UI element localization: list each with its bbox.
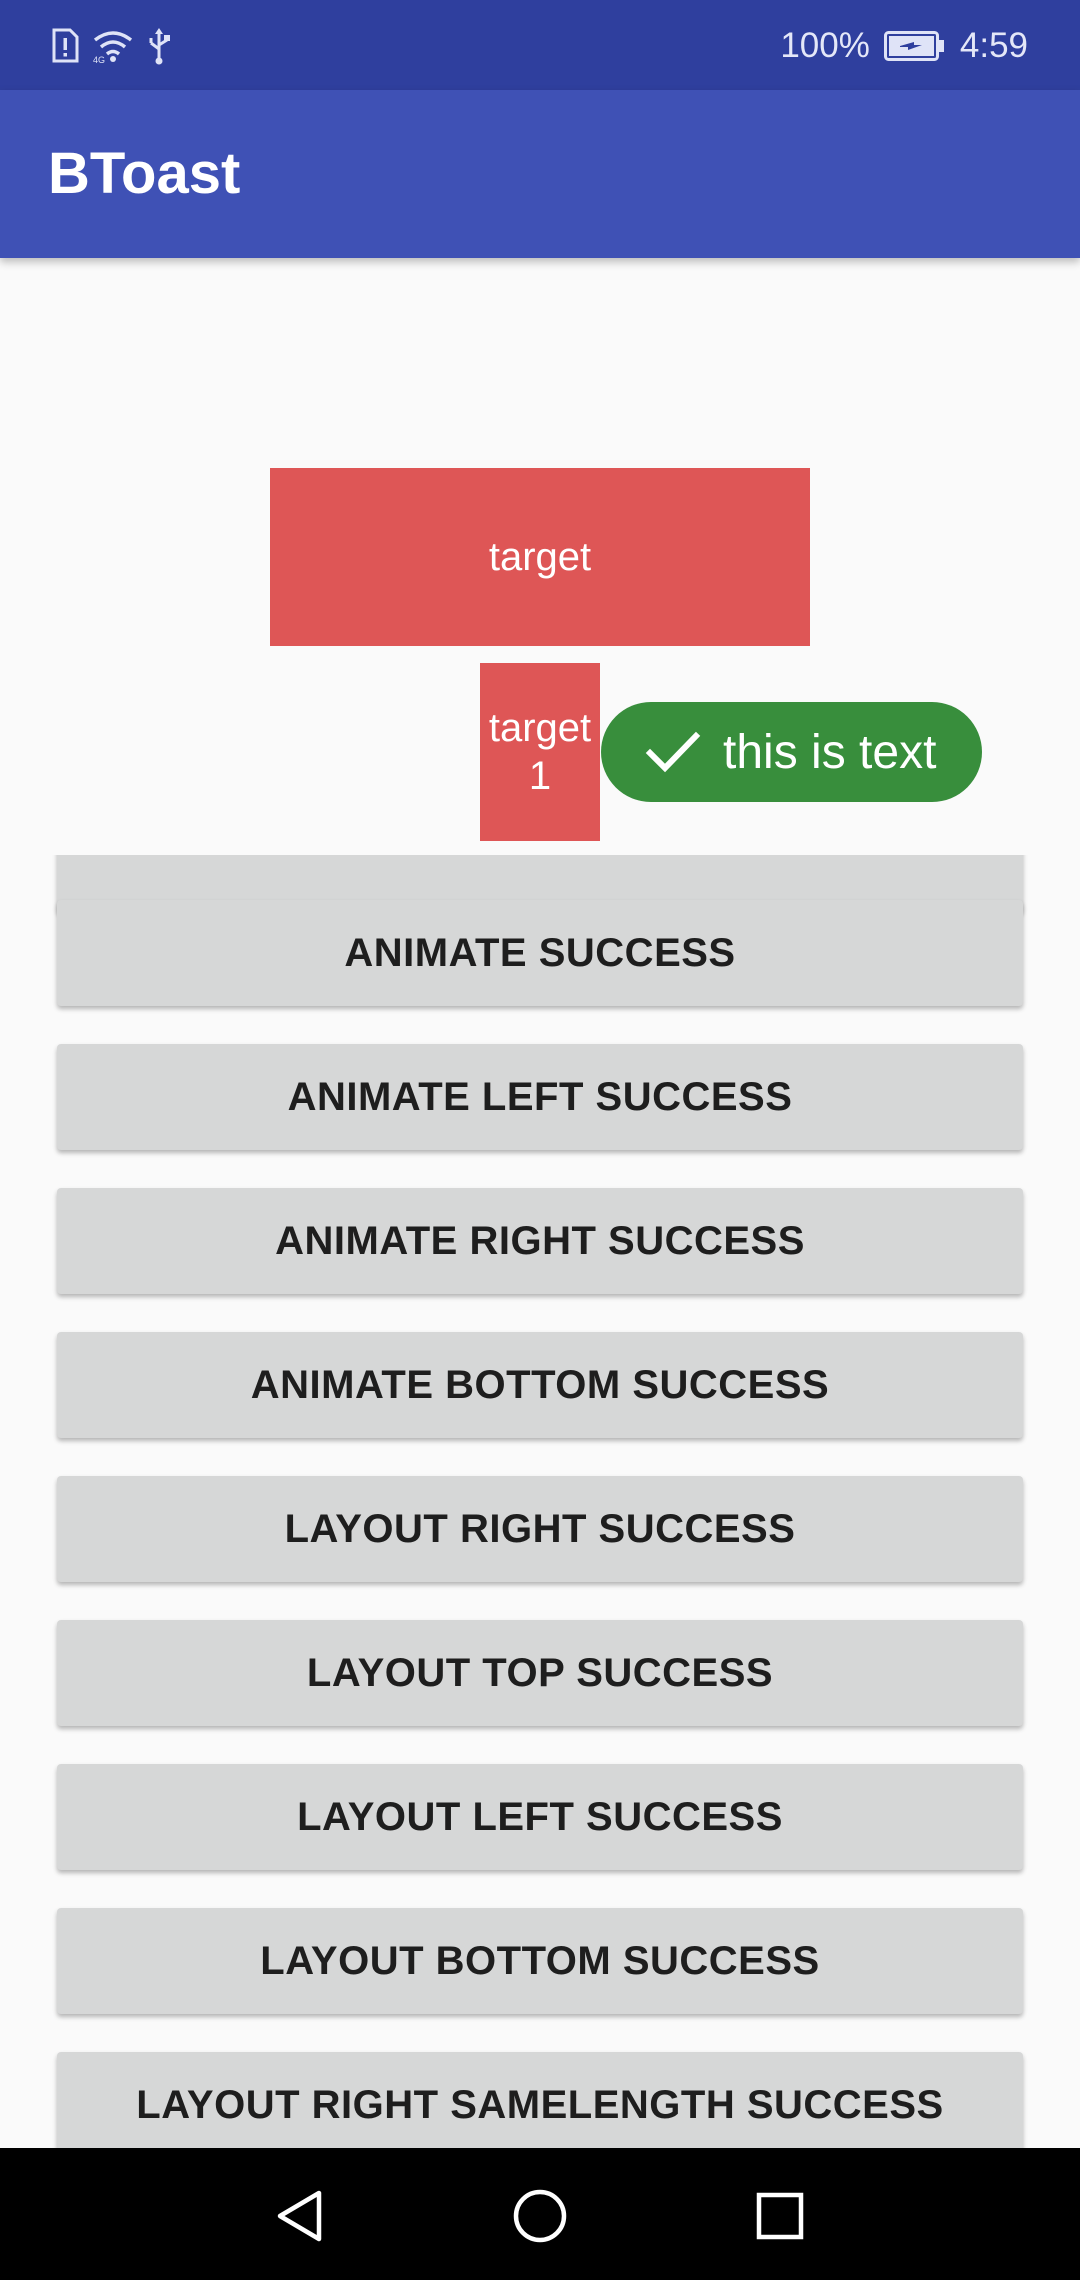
button-list[interactable]: ANIMATE SUCCESS ANIMATE LEFT SUCCESS ANI… xyxy=(0,855,1080,2148)
home-icon[interactable] xyxy=(508,2184,572,2248)
battery-percent: 100% xyxy=(780,26,870,65)
animate-left-success-button[interactable]: ANIMATE LEFT SUCCESS xyxy=(57,1044,1023,1150)
animate-success-button[interactable]: ANIMATE SUCCESS xyxy=(57,900,1023,1006)
layout-top-success-button[interactable]: LAYOUT TOP SUCCESS xyxy=(57,1620,1023,1726)
status-icons-right: 100% 4:59 xyxy=(780,18,1028,74)
navigation-bar xyxy=(0,2148,1080,2280)
layout-right-success-button[interactable]: LAYOUT RIGHT SUCCESS xyxy=(57,1476,1023,1582)
clock: 4:59 xyxy=(959,26,1028,65)
screen: 4G 100% 4:59 BToast target target 1 this… xyxy=(0,0,1080,2280)
back-icon[interactable] xyxy=(268,2184,332,2248)
app-title: BToast xyxy=(48,141,241,206)
recent-apps-icon[interactable] xyxy=(748,2184,812,2248)
app-bar: BToast xyxy=(0,90,1080,258)
toast-text: this is text xyxy=(723,725,937,779)
usb-icon xyxy=(146,27,172,65)
layout-right-samelength-success-button[interactable]: LAYOUT RIGHT SAMELENGTH SUCCESS xyxy=(57,2052,1023,2148)
target-view[interactable]: target xyxy=(270,468,810,646)
check-icon xyxy=(645,730,701,774)
target-1-label-line2: 1 xyxy=(528,754,552,798)
status-icons-left: 4G xyxy=(50,24,172,68)
success-toast: this is text xyxy=(601,702,982,802)
sim-alert-icon xyxy=(50,28,80,64)
target-1-view[interactable]: target 1 xyxy=(480,663,600,841)
svg-text:4G: 4G xyxy=(93,55,105,64)
battery-charging-icon xyxy=(883,31,946,61)
layout-left-success-button[interactable]: LAYOUT LEFT SUCCESS xyxy=(57,1764,1023,1870)
wifi-icon: 4G xyxy=(92,28,134,64)
layout-bottom-success-button[interactable]: LAYOUT BOTTOM SUCCESS xyxy=(57,1908,1023,2014)
status-bar: 4G 100% 4:59 xyxy=(0,0,1080,90)
target-label: target xyxy=(488,534,592,579)
animate-right-success-button[interactable]: ANIMATE RIGHT SUCCESS xyxy=(57,1188,1023,1294)
animate-bottom-success-button[interactable]: ANIMATE BOTTOM SUCCESS xyxy=(57,1332,1023,1438)
target-1-label-line1: target xyxy=(488,706,592,750)
